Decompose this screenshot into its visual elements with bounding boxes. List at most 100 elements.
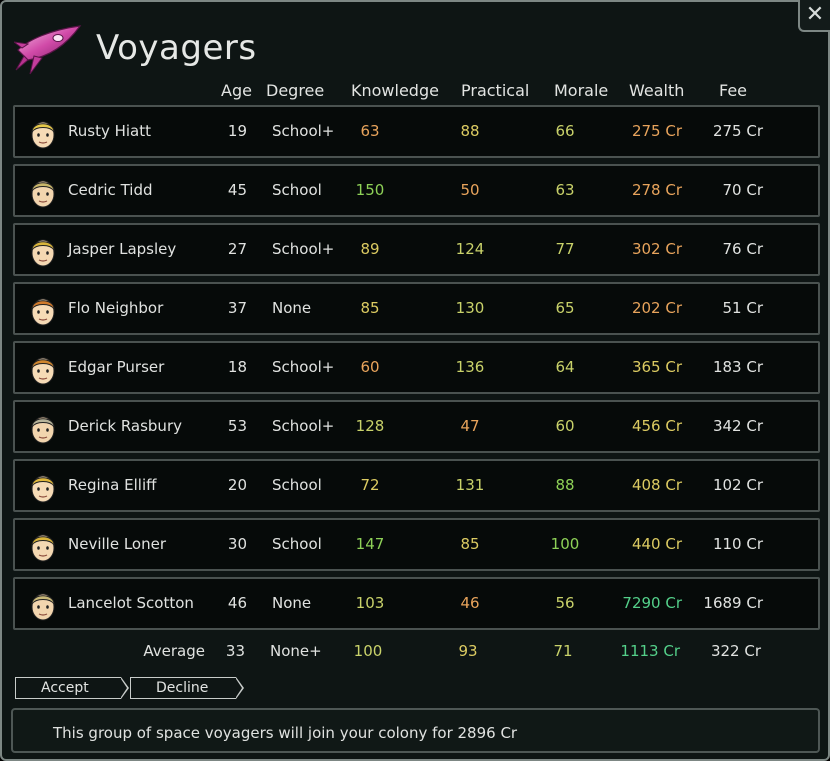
voyager-row[interactable]: Regina Elliff 20 School 72 131 88 408 Cr 102 Cr <box>13 459 820 512</box>
voyager-row[interactable]: Derick Rasbury 53 School+ 128 47 60 456 Cr 342 … <box>13 400 820 453</box>
voyager-age: 30 <box>227 535 247 553</box>
portrait-icon <box>31 534 55 562</box>
voyager-age: 53 <box>227 417 247 435</box>
voyager-wealth: 302 Cr <box>631 240 682 258</box>
voyager-name: Flo Neighbor <box>68 299 164 317</box>
voyager-name: Edgar Purser <box>68 358 165 376</box>
voyager-degree: School+ <box>272 358 335 376</box>
voyager-row[interactable]: Jasper Lapsley 27 School+ 89 124 77 302 Cr 76 C… <box>13 223 820 276</box>
status-message: This group of space voyagers will join y… <box>53 724 518 742</box>
average-morale: 71 <box>553 642 573 660</box>
voyager-knowledge: 150 <box>355 181 385 199</box>
voyager-fee: 110 Cr <box>712 535 763 553</box>
voyager-practical: 124 <box>455 240 485 258</box>
window-title: Voyagers <box>96 28 257 68</box>
portrait-icon <box>31 298 55 326</box>
voyager-degree: School <box>272 535 322 553</box>
accept-button[interactable]: Accept <box>15 677 129 699</box>
voyager-practical: 46 <box>460 594 480 612</box>
voyagers-window: ✕ Voyagers Age Degree Knowledge Practica… <box>0 0 830 761</box>
voyager-age: 19 <box>227 122 247 140</box>
header-degree: Degree <box>266 81 325 100</box>
voyager-row[interactable]: Edgar Purser 18 School+ 60 136 64 365 Cr 183 Cr <box>13 341 820 394</box>
voyager-practical: 130 <box>455 299 485 317</box>
voyager-morale: 60 <box>555 417 575 435</box>
voyager-practical: 136 <box>455 358 485 376</box>
average-row: Average 33 None+ 100 93 71 1113 Cr 322 C… <box>13 636 820 666</box>
voyager-row[interactable]: Rusty Hiatt 19 School+ 63 88 66 275 Cr 275 Cr <box>13 105 820 158</box>
voyager-wealth: 7290 Cr <box>622 594 682 612</box>
voyager-degree: School+ <box>272 417 335 435</box>
voyager-name: Neville Loner <box>68 535 166 553</box>
average-fee: 322 Cr <box>710 642 761 660</box>
voyager-morale: 65 <box>555 299 575 317</box>
voyager-knowledge: 72 <box>360 476 380 494</box>
average-label: Average <box>143 642 205 660</box>
average-practical: 93 <box>458 642 478 660</box>
voyager-name: Jasper Lapsley <box>68 240 177 258</box>
average-knowledge: 100 <box>353 642 383 660</box>
portrait-icon <box>31 239 55 267</box>
voyager-name: Rusty Hiatt <box>68 122 151 140</box>
voyager-degree: None <box>272 299 312 317</box>
voyager-knowledge: 103 <box>355 594 385 612</box>
voyager-row[interactable]: Flo Neighbor 37 None 85 130 65 202 Cr 51 Cr <box>13 282 820 335</box>
voyager-fee: 342 Cr <box>712 417 763 435</box>
rocket-icon <box>14 25 82 75</box>
header-age: Age <box>221 81 252 100</box>
close-button[interactable]: ✕ <box>798 0 830 32</box>
voyager-degree: School <box>272 476 322 494</box>
voyager-knowledge: 85 <box>360 299 380 317</box>
portrait-icon <box>31 121 55 149</box>
voyager-wealth: 202 Cr <box>631 299 682 317</box>
portrait-icon <box>31 357 55 385</box>
header-fee: Fee <box>719 81 748 100</box>
voyager-fee: 70 Cr <box>722 181 764 199</box>
voyager-name: Derick Rasbury <box>68 417 182 435</box>
title-area: Voyagers <box>14 18 257 78</box>
header-morale: Morale <box>554 81 609 100</box>
voyager-wealth: 408 Cr <box>631 476 682 494</box>
voyager-fee: 76 Cr <box>722 240 764 258</box>
voyager-wealth: 275 Cr <box>631 122 682 140</box>
voyager-practical: 85 <box>460 535 480 553</box>
voyager-degree: School <box>272 181 322 199</box>
portrait-icon <box>31 180 55 208</box>
status-bar: This group of space voyagers will join y… <box>11 708 820 753</box>
voyager-row[interactable]: Lancelot Scotton 46 None 103 46 56 7290 Cr 1689… <box>13 577 820 630</box>
average-age: 33 <box>225 642 245 660</box>
voyager-row[interactable]: Cedric Tidd 45 School 150 50 63 278 Cr 70 Cr <box>13 164 820 217</box>
voyager-list: Rusty Hiatt 19 School+ 63 88 66 275 Cr 275 Cr Ce… <box>13 105 820 636</box>
voyager-fee: 1689 Cr <box>703 594 763 612</box>
decline-button[interactable]: Decline <box>130 677 244 699</box>
voyager-fee: 275 Cr <box>712 122 763 140</box>
voyager-name: Cedric Tidd <box>68 181 153 199</box>
voyager-degree: None <box>272 594 312 612</box>
voyager-knowledge: 89 <box>360 240 380 258</box>
voyager-row[interactable]: Neville Loner 30 School 147 85 100 440 Cr 110 C… <box>13 518 820 571</box>
average-degree: None+ <box>270 642 322 660</box>
voyager-knowledge: 63 <box>360 122 380 140</box>
voyager-age: 46 <box>227 594 247 612</box>
voyager-practical: 88 <box>460 122 480 140</box>
voyager-fee: 102 Cr <box>712 476 763 494</box>
voyager-practical: 47 <box>460 417 480 435</box>
voyager-morale: 56 <box>555 594 575 612</box>
portrait-icon <box>31 593 55 621</box>
portrait-icon <box>31 416 55 444</box>
voyager-knowledge: 60 <box>360 358 380 376</box>
voyager-age: 18 <box>227 358 247 376</box>
voyager-morale: 64 <box>555 358 575 376</box>
average-wealth: 1113 Cr <box>620 642 680 660</box>
voyager-knowledge: 147 <box>355 535 385 553</box>
voyager-morale: 100 <box>550 535 580 553</box>
voyager-practical: 131 <box>455 476 485 494</box>
close-icon: ✕ <box>805 2 825 27</box>
voyager-wealth: 278 Cr <box>631 181 682 199</box>
header-wealth: Wealth <box>629 81 685 100</box>
voyager-morale: 77 <box>555 240 575 258</box>
voyager-degree: School+ <box>272 122 335 140</box>
voyager-wealth: 440 Cr <box>631 535 682 553</box>
portrait-icon <box>31 475 55 503</box>
voyager-practical: 50 <box>460 181 480 199</box>
